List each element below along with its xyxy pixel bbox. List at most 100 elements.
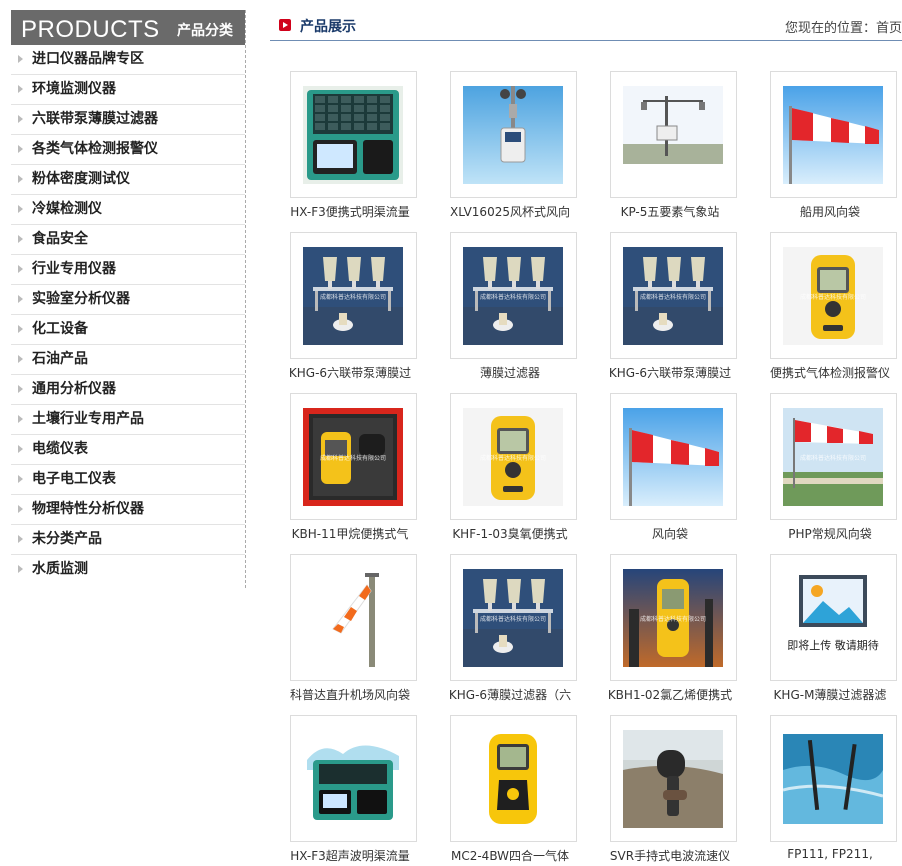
product-image-frame[interactable]: 成都科普达科技有限公司 bbox=[770, 232, 897, 359]
product-image-frame[interactable] bbox=[450, 71, 577, 198]
product-caption[interactable]: KHF-1-03臭氧便携式 bbox=[430, 525, 590, 542]
product-image-frame[interactable] bbox=[610, 71, 737, 198]
sidebar-item[interactable]: 行业专用仪器 bbox=[11, 255, 245, 285]
product-card[interactable]: HX-F3便携式明渠流量 bbox=[270, 71, 430, 221]
product-image-frame[interactable]: 成都科普达科技有限公司 bbox=[290, 232, 417, 359]
product-image-frame[interactable] bbox=[450, 715, 577, 842]
product-image-frame[interactable] bbox=[290, 715, 417, 842]
product-image[interactable] bbox=[623, 408, 723, 506]
arrow-right-icon bbox=[18, 535, 23, 543]
product-card[interactable]: 成都科普达科技有限公司 便携式气体检测报警仪 bbox=[750, 232, 902, 382]
product-caption[interactable]: KP-5五要素气象站 bbox=[590, 203, 750, 220]
product-card[interactable]: MC2-4BW四合一气体 bbox=[430, 715, 590, 865]
product-image[interactable] bbox=[783, 86, 883, 184]
product-card[interactable]: 成都科普达科技有限公司 KBH-11甲烷便携式气 bbox=[270, 393, 430, 543]
product-caption[interactable]: 科普达直升机场风向袋 bbox=[270, 686, 430, 703]
product-caption[interactable]: SVR手持式电波流速仪 bbox=[590, 847, 750, 864]
sidebar-item[interactable]: 通用分析仪器 bbox=[11, 375, 245, 405]
content-header: 产品展示 您现在的位置：首页 > bbox=[270, 10, 902, 41]
product-image[interactable]: 成都科普达科技有限公司 bbox=[623, 569, 723, 667]
sidebar-item[interactable]: 食品安全 bbox=[11, 225, 245, 255]
product-image-frame[interactable] bbox=[610, 393, 737, 520]
sidebar-item[interactable]: 石油产品 bbox=[11, 345, 245, 375]
product-card[interactable]: 成都科普达科技有限公司 KBH1-02氯乙烯便携式 bbox=[590, 554, 750, 704]
sidebar-item[interactable]: 六联带泵薄膜过滤器 bbox=[11, 105, 245, 135]
product-card[interactable]: 成都科普达科技有限公司 KHG-6薄膜过滤器（六 bbox=[430, 554, 590, 704]
sidebar-item[interactable]: 电子电工仪表 bbox=[11, 465, 245, 495]
product-card[interactable]: XLV16025风杯式风向 bbox=[430, 71, 590, 221]
product-card[interactable]: HX-F3超声波明渠流量 bbox=[270, 715, 430, 865]
product-image-frame[interactable]: 成都科普达科技有限公司 bbox=[610, 232, 737, 359]
product-card[interactable]: 即将上传 敬请期待 KHG-M薄膜过滤器滤 bbox=[750, 554, 902, 704]
product-image-frame[interactable]: 成都科普达科技有限公司 bbox=[450, 554, 577, 681]
product-image[interactable] bbox=[463, 86, 563, 184]
product-card[interactable]: 科普达直升机场风向袋 bbox=[270, 554, 430, 704]
product-image-frame[interactable] bbox=[770, 715, 897, 842]
product-caption[interactable]: KHG-6薄膜过滤器（六 bbox=[430, 686, 590, 703]
sidebar-item[interactable]: 冷媒检测仪 bbox=[11, 195, 245, 225]
product-image[interactable]: 成都科普达科技有限公司 bbox=[303, 247, 403, 345]
product-image-frame[interactable]: 成都科普达科技有限公司 bbox=[290, 393, 417, 520]
sidebar-item[interactable]: 土壤行业专用产品 bbox=[11, 405, 245, 435]
product-image[interactable]: 成都科普达科技有限公司 bbox=[783, 408, 883, 506]
product-image-frame[interactable] bbox=[290, 554, 417, 681]
product-image[interactable]: 即将上传 敬请期待 bbox=[783, 569, 883, 667]
product-card[interactable]: 成都科普达科技有限公司 PHP常规风向袋 bbox=[750, 393, 902, 543]
product-image-frame[interactable]: 成都科普达科技有限公司 bbox=[770, 393, 897, 520]
product-caption[interactable]: 风向袋 bbox=[590, 525, 750, 542]
sidebar-item[interactable]: 进口仪器品牌专区 bbox=[11, 45, 245, 75]
product-caption[interactable]: 便携式气体检测报警仪 bbox=[750, 364, 902, 381]
product-image-frame[interactable]: 成都科普达科技有限公司 bbox=[450, 393, 577, 520]
sidebar-item[interactable]: 物理特性分析仪器 bbox=[11, 495, 245, 525]
product-image-frame[interactable] bbox=[610, 715, 737, 842]
product-image[interactable] bbox=[303, 730, 403, 828]
product-image[interactable]: 成都科普达科技有限公司 bbox=[303, 408, 403, 506]
product-caption[interactable]: KBH-11甲烷便携式气 bbox=[270, 525, 430, 542]
product-image[interactable] bbox=[783, 730, 883, 828]
sidebar-item[interactable]: 环境监测仪器 bbox=[11, 75, 245, 105]
sidebar-item[interactable]: 电缆仪表 bbox=[11, 435, 245, 465]
sidebar-item[interactable]: 未分类产品 bbox=[11, 525, 245, 555]
product-image[interactable]: 成都科普达科技有限公司 bbox=[463, 247, 563, 345]
product-image-frame[interactable] bbox=[290, 71, 417, 198]
product-image-frame[interactable]: 成都科普达科技有限公司 bbox=[610, 554, 737, 681]
product-card[interactable]: KP-5五要素气象站 bbox=[590, 71, 750, 221]
product-caption[interactable]: KHG-6六联带泵薄膜过 bbox=[270, 364, 430, 381]
product-caption[interactable]: KHG-M薄膜过滤器滤 bbox=[750, 686, 902, 703]
product-caption[interactable]: HX-F3超声波明渠流量 bbox=[270, 847, 430, 864]
product-image[interactable]: 成都科普达科技有限公司 bbox=[463, 408, 563, 506]
product-image-frame[interactable]: 成都科普达科技有限公司 bbox=[450, 232, 577, 359]
product-card[interactable]: 成都科普达科技有限公司 KHG-6六联带泵薄膜过 bbox=[270, 232, 430, 382]
product-image-frame[interactable] bbox=[770, 71, 897, 198]
product-caption[interactable]: 薄膜过滤器 bbox=[430, 364, 590, 381]
product-card[interactable]: 风向袋 bbox=[590, 393, 750, 543]
product-caption[interactable]: 船用风向袋 bbox=[750, 203, 902, 220]
product-caption[interactable]: KHG-6六联带泵薄膜过 bbox=[590, 364, 750, 381]
product-caption[interactable]: KBH1-02氯乙烯便携式 bbox=[590, 686, 750, 703]
sidebar-item[interactable]: 粉体密度测试仪 bbox=[11, 165, 245, 195]
product-image[interactable]: 成都科普达科技有限公司 bbox=[783, 247, 883, 345]
product-image[interactable]: 成都科普达科技有限公司 bbox=[623, 247, 723, 345]
product-card[interactable]: 船用风向袋 bbox=[750, 71, 902, 221]
product-caption[interactable]: FP111, FP211, bbox=[750, 847, 902, 861]
product-card[interactable]: 成都科普达科技有限公司 KHG-6六联带泵薄膜过 bbox=[590, 232, 750, 382]
product-card[interactable]: SVR手持式电波流速仪 bbox=[590, 715, 750, 865]
product-caption[interactable]: HX-F3便携式明渠流量 bbox=[270, 203, 430, 220]
product-image[interactable]: 成都科普达科技有限公司 bbox=[463, 569, 563, 667]
product-image-frame[interactable]: 即将上传 敬请期待 bbox=[770, 554, 897, 681]
product-caption[interactable]: MC2-4BW四合一气体 bbox=[430, 847, 590, 864]
product-caption[interactable]: XLV16025风杯式风向 bbox=[430, 203, 590, 220]
product-image[interactable] bbox=[623, 730, 723, 828]
product-image[interactable] bbox=[303, 569, 403, 667]
sidebar-item[interactable]: 各类气体检测报警仪 bbox=[11, 135, 245, 165]
product-caption[interactable]: PHP常规风向袋 bbox=[750, 525, 902, 542]
product-image[interactable] bbox=[303, 86, 403, 184]
sidebar-item[interactable]: 水质监测 bbox=[11, 555, 245, 584]
product-card[interactable]: FP111, FP211, bbox=[750, 715, 902, 865]
product-card[interactable]: 成都科普达科技有限公司 薄膜过滤器 bbox=[430, 232, 590, 382]
product-card[interactable]: 成都科普达科技有限公司 KHF-1-03臭氧便携式 bbox=[430, 393, 590, 543]
sidebar-item[interactable]: 实验室分析仪器 bbox=[11, 285, 245, 315]
sidebar-item[interactable]: 化工设备 bbox=[11, 315, 245, 345]
product-image[interactable] bbox=[463, 730, 563, 828]
product-image[interactable] bbox=[623, 86, 723, 184]
